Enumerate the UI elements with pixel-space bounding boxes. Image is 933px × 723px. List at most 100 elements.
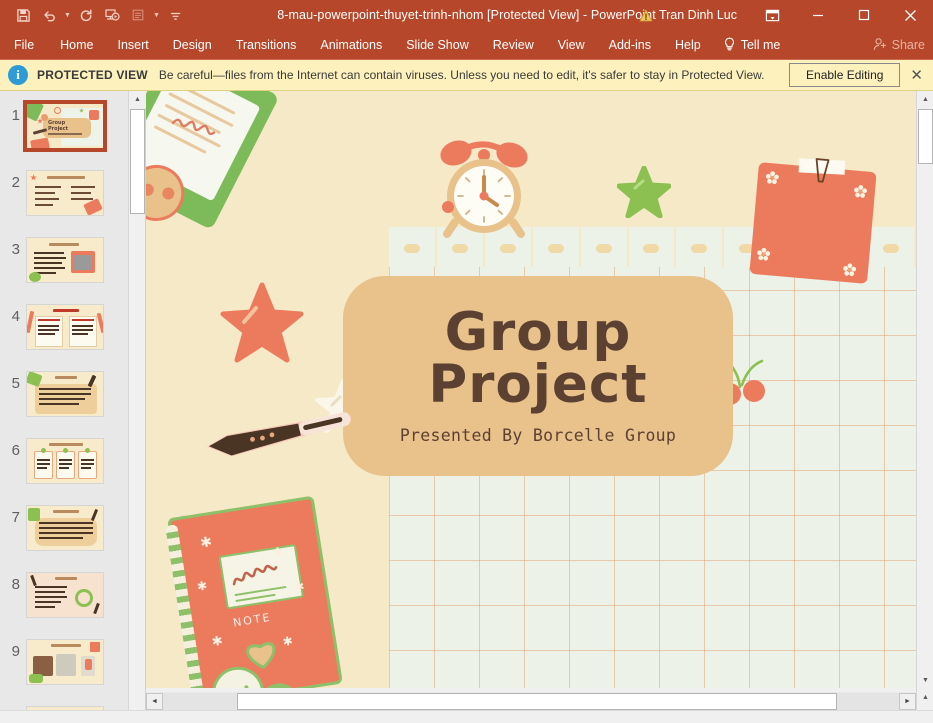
notebook-decoration: NOTE ✱ ✱ ✱	[167, 496, 343, 688]
tab-slide-show[interactable]: Slide Show	[394, 30, 481, 60]
slide-thumbnail-1[interactable]: GroupProject	[26, 103, 104, 149]
list-item[interactable]: 9	[0, 635, 128, 685]
sticky-note-decoration	[749, 162, 876, 284]
ribbon-tab-bar: File Home Insert Design Transitions Anim…	[0, 30, 933, 60]
flower-icon	[765, 171, 779, 185]
title-line-2: Project	[428, 354, 647, 415]
lightbulb-icon	[723, 37, 736, 54]
slide-thumbnail-panel[interactable]: 1 GroupProject	[0, 91, 128, 723]
close-icon[interactable]: ✕	[910, 68, 923, 83]
list-item[interactable]: 7	[0, 501, 128, 551]
list-item[interactable]: 8	[0, 568, 128, 618]
thumbnail-number: 1	[0, 99, 26, 124]
tab-design[interactable]: Design	[161, 30, 224, 60]
slide-thumbnail-2[interactable]	[26, 170, 104, 216]
title-bar-right: Tran Dinh Luc	[639, 0, 933, 30]
scroll-down-arrow-icon[interactable]: ▼	[917, 672, 933, 689]
save-icon[interactable]	[10, 3, 36, 27]
outline-icon[interactable]	[125, 3, 151, 27]
account-name: Tran Dinh Luc	[659, 8, 737, 22]
redo-icon[interactable]	[73, 3, 99, 27]
tab-help[interactable]: Help	[663, 30, 713, 60]
warning-triangle-icon	[639, 9, 653, 22]
notebook-spiral	[165, 524, 205, 688]
binder-clip-icon	[809, 157, 834, 189]
thumbnail-number: 9	[0, 635, 26, 660]
thumbnail-number: 8	[0, 568, 26, 593]
tab-file[interactable]: File	[0, 30, 48, 60]
horizontal-scrollbar-thumb[interactable]	[237, 693, 837, 710]
vertical-scrollbar[interactable]: ▲ ▼ ▲ ▼	[916, 91, 933, 723]
share-person-icon	[873, 37, 887, 54]
slide-thumbnail-8[interactable]	[26, 572, 104, 618]
horizontal-scroll-track[interactable]	[163, 693, 899, 710]
notebook-note-text: NOTE	[232, 611, 272, 630]
thumbnail-scrollbar[interactable]: ▲	[128, 91, 145, 723]
list-item[interactable]: 3	[0, 233, 128, 283]
ribbon-display-options-icon[interactable]	[749, 0, 795, 30]
scroll-right-arrow-icon[interactable]: ►	[899, 693, 916, 710]
tab-review[interactable]: Review	[481, 30, 546, 60]
thumbnail-number: 4	[0, 300, 26, 325]
tab-view[interactable]: View	[546, 30, 597, 60]
share-button[interactable]: Share	[873, 37, 925, 54]
slide-thumbnail-9[interactable]	[26, 639, 104, 685]
close-button[interactable]	[887, 0, 933, 30]
enable-editing-button[interactable]: Enable Editing	[789, 63, 900, 87]
undo-dropdown-icon[interactable]: ▼	[62, 3, 73, 27]
slide-thumbnail-5[interactable]	[26, 371, 104, 417]
slide-editing-area[interactable]: Group Project Presented By Borcelle Grou…	[146, 91, 916, 688]
notebook-label	[219, 544, 304, 610]
page-title: Group Project	[428, 307, 647, 411]
slide-thumbnail-3[interactable]	[26, 237, 104, 283]
tell-me-button[interactable]: Tell me	[713, 30, 791, 60]
list-item[interactable]: 1 GroupProject	[0, 99, 128, 149]
previous-slide-button[interactable]: ▲	[917, 689, 933, 706]
protected-view-message: Be careful—files from the Internet can c…	[159, 68, 765, 82]
sparkle-icon: ✱	[272, 544, 285, 562]
slide-thumbnail-6[interactable]	[26, 438, 104, 484]
slide-canvas[interactable]: Group Project Presented By Borcelle Grou…	[146, 91, 916, 688]
slide-thumbnail-7[interactable]	[26, 505, 104, 551]
list-item[interactable]: 2	[0, 166, 128, 216]
sparkle-icon: ✱	[196, 578, 208, 593]
tab-add-ins[interactable]: Add-ins	[597, 30, 663, 60]
tab-home[interactable]: Home	[48, 30, 105, 60]
start-presentation-icon[interactable]	[99, 3, 125, 27]
scroll-up-arrow-icon[interactable]: ▲	[917, 91, 933, 108]
account-button[interactable]: Tran Dinh Luc	[639, 8, 749, 22]
sparkle-icon: ✱	[199, 533, 213, 552]
list-item[interactable]: 4	[0, 300, 128, 350]
tab-animations[interactable]: Animations	[308, 30, 394, 60]
undo-icon[interactable]	[36, 3, 62, 27]
share-label: Share	[892, 38, 925, 52]
slide-title-card[interactable]: Group Project Presented By Borcelle Grou…	[343, 276, 733, 476]
thumbnail-number: 6	[0, 434, 26, 459]
thumbnail-number: 3	[0, 233, 26, 258]
thumbnail-number: 7	[0, 501, 26, 526]
alarm-clock-decoration	[429, 134, 539, 244]
flower-icon	[757, 247, 771, 261]
tab-transitions[interactable]: Transitions	[224, 30, 309, 60]
scroll-left-arrow-icon[interactable]: ◄	[146, 693, 163, 710]
customize-qat-icon[interactable]	[162, 3, 188, 27]
vertical-scrollbar-thumb[interactable]	[918, 109, 933, 164]
tell-me-label: Tell me	[741, 38, 781, 52]
tab-insert[interactable]: Insert	[106, 30, 161, 60]
maximize-button[interactable]	[841, 0, 887, 30]
scroll-up-arrow-icon[interactable]: ▲	[129, 91, 146, 108]
flower-icon	[843, 263, 857, 277]
thumbnail-scrollbar-thumb[interactable]	[130, 109, 145, 214]
list-item[interactable]: 5	[0, 367, 128, 417]
slide-thumbnail-4[interactable]	[26, 304, 104, 350]
slide-subtitle: Presented By Borcelle Group	[400, 426, 676, 445]
horizontal-scrollbar[interactable]: ◄ ►	[146, 692, 916, 710]
clipboard-decoration	[146, 91, 280, 230]
outline-dropdown-icon[interactable]: ▼	[151, 3, 162, 27]
sparkle-icon: ✱	[293, 579, 305, 594]
coral-star-decoration	[220, 282, 304, 364]
list-item[interactable]: 6	[0, 434, 128, 484]
minimize-button[interactable]	[795, 0, 841, 30]
green-star-decoration	[617, 166, 671, 218]
title-bar: ▼ ▼ 8-mau-powerpoint-thuyet-trinh-nhom […	[0, 0, 933, 30]
